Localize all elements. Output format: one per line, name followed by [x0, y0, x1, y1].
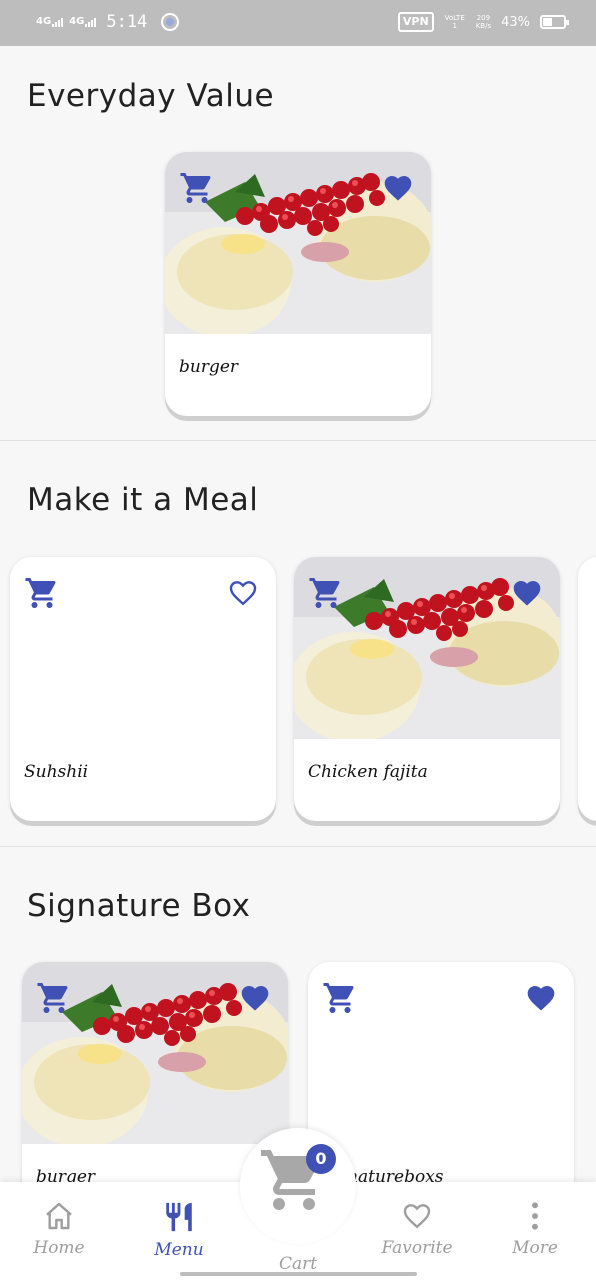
product-card-partial[interactable] [578, 557, 596, 821]
cart-count-badge: 0 [306, 1144, 336, 1174]
product-name: burger [179, 357, 239, 377]
notification-app-icon [161, 13, 180, 31]
product-name: Suhshii [24, 762, 89, 782]
vpn-indicator: VPN [397, 12, 434, 32]
section-divider [0, 846, 596, 847]
favorite-heart-icon[interactable] [524, 982, 558, 1014]
more-vertical-icon [532, 1202, 538, 1230]
gesture-bar[interactable] [180, 1272, 417, 1276]
product-card-burger[interactable]: burger [165, 152, 431, 416]
home-icon [46, 1202, 72, 1230]
cart-button[interactable]: 0 [240, 1128, 356, 1244]
section-title-signature-box: Signature Box [27, 888, 251, 924]
favorite-heart-icon[interactable] [381, 172, 415, 204]
network-speed: 209 KB/s [475, 14, 492, 30]
nav-cart-label: Cart [278, 1254, 318, 1274]
heart-outline-icon [400, 1200, 434, 1232]
add-to-cart-icon[interactable] [179, 170, 215, 206]
product-name: Chicken fajita [308, 762, 428, 782]
status-time: 5:14 [106, 12, 148, 32]
add-to-cart-icon[interactable] [322, 980, 358, 1016]
favorite-heart-icon[interactable] [238, 982, 272, 1014]
add-to-cart-icon[interactable] [36, 980, 72, 1016]
favorite-outline-heart-icon[interactable] [226, 577, 260, 609]
volte-indicator: VoLTE1 [444, 14, 465, 30]
nav-more[interactable]: More [490, 1200, 580, 1258]
nav-menu[interactable]: Menu [134, 1200, 224, 1260]
signal-indicator-2: 4G [69, 17, 97, 27]
battery-icon [540, 15, 569, 29]
battery-percentage: 43% [501, 14, 530, 30]
product-card-suhshii[interactable]: Suhshii [10, 557, 276, 821]
nav-home[interactable]: Home [14, 1200, 104, 1258]
nav-favorite[interactable]: Favorite [372, 1200, 462, 1258]
section-title-make-it-a-meal: Make it a Meal [27, 482, 259, 518]
section-divider [0, 440, 596, 441]
status-bar: 4G 4G 5:14 VPN VoLTE1 209 KB/s 43% [0, 0, 596, 46]
product-card-chicken-fajita[interactable]: Chicken fajita [294, 557, 560, 821]
add-to-cart-icon[interactable] [24, 575, 60, 611]
signal-indicator-1: 4G [36, 17, 64, 27]
section-title-everyday-value: Everyday Value [27, 78, 275, 114]
fork-knife-icon [166, 1202, 192, 1232]
add-to-cart-icon[interactable] [308, 575, 344, 611]
favorite-heart-icon[interactable] [510, 577, 544, 609]
